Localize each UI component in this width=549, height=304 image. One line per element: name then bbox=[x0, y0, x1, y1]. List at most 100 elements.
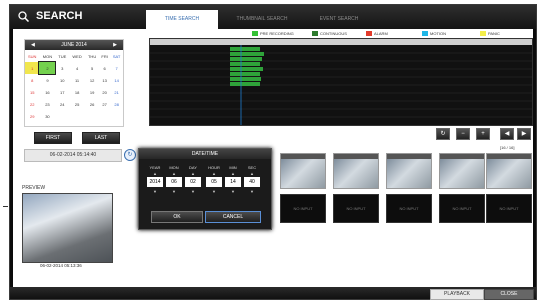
calendar-day[interactable]: 6 bbox=[99, 62, 110, 74]
legend-label: PRE RECORDING bbox=[260, 31, 294, 36]
year-input[interactable]: 2014 bbox=[147, 177, 163, 187]
calendar-day[interactable]: 28 bbox=[110, 98, 123, 110]
thumbnail-no-input[interactable]: NO INPUT bbox=[386, 194, 432, 223]
calendar-day-selected[interactable]: 2 bbox=[38, 61, 57, 75]
calendar-day-empty bbox=[110, 110, 123, 122]
second-up-icon[interactable]: ▲ bbox=[244, 171, 260, 176]
minute-up-icon[interactable]: ▲ bbox=[225, 171, 241, 176]
thumbnail-no-input[interactable]: NO INPUT bbox=[486, 194, 532, 223]
timeline-graph[interactable] bbox=[150, 39, 532, 125]
legend-continuous: CONTINUOUS bbox=[312, 31, 347, 37]
calendar-day[interactable]: 10 bbox=[55, 74, 69, 86]
prev-button[interactable]: ◀ bbox=[500, 128, 514, 140]
calendar-day[interactable]: 22 bbox=[25, 98, 39, 110]
calendar-day[interactable]: 29 bbox=[25, 110, 39, 122]
thumbnail[interactable] bbox=[486, 153, 532, 189]
calendar-day[interactable]: 30 bbox=[39, 110, 55, 122]
datetime-field[interactable]: 06-02-2014 05:14:40 bbox=[24, 149, 122, 162]
calendar-day[interactable]: 26 bbox=[85, 98, 99, 110]
calendar-day[interactable]: 7 bbox=[110, 62, 123, 74]
thumbnail[interactable] bbox=[439, 153, 485, 189]
calendar-day[interactable]: 19 bbox=[85, 86, 99, 98]
timeline-area[interactable] bbox=[149, 38, 533, 126]
minute-down-icon[interactable]: ▼ bbox=[225, 189, 241, 194]
thumbnail-image bbox=[281, 159, 325, 188]
playback-button[interactable]: PLAYBACK bbox=[430, 289, 484, 300]
calendar-day[interactable]: 20 bbox=[99, 86, 110, 98]
thumbnail-no-input[interactable]: NO INPUT bbox=[280, 194, 326, 223]
calendar-day[interactable]: 13 bbox=[99, 74, 110, 86]
bottom-bar: PLAYBACK CLOSE bbox=[10, 287, 536, 300]
next-month-icon[interactable]: ▶ bbox=[113, 40, 117, 50]
first-button[interactable]: FIRST bbox=[34, 132, 72, 144]
annotation-dash bbox=[3, 206, 8, 207]
last-button[interactable]: LAST bbox=[82, 132, 120, 144]
day-down-icon[interactable]: ▼ bbox=[185, 189, 201, 194]
hour-input[interactable]: 05 bbox=[206, 177, 222, 187]
year-label: YEAR bbox=[149, 165, 161, 170]
thumbnail[interactable] bbox=[280, 153, 326, 189]
calendar-day[interactable]: 9 bbox=[39, 74, 55, 86]
calendar-day[interactable]: 12 bbox=[85, 74, 99, 86]
month-label: MON bbox=[169, 165, 179, 170]
preview-label: PREVIEW bbox=[22, 185, 46, 191]
refresh-icon: ↻ bbox=[440, 131, 446, 137]
next-button[interactable]: ▶ bbox=[517, 128, 531, 140]
thumbnail[interactable] bbox=[386, 153, 432, 189]
month-down-icon[interactable]: ▼ bbox=[166, 189, 182, 194]
calendar-day[interactable]: 15 bbox=[25, 86, 39, 98]
calendar-day[interactable]: 1 bbox=[25, 62, 40, 74]
weekday-sat: SAT bbox=[112, 53, 121, 59]
calendar-day[interactable]: 5 bbox=[85, 62, 99, 74]
weekday-fri: FRI bbox=[101, 53, 108, 59]
calendar-day[interactable]: 4 bbox=[69, 62, 85, 74]
day-input[interactable]: 02 bbox=[185, 177, 201, 187]
month-up-icon[interactable]: ▲ bbox=[166, 171, 182, 176]
tab-time-search[interactable]: TIME SEARCH bbox=[146, 10, 218, 29]
zoom-in-button[interactable]: + bbox=[476, 128, 490, 140]
hour-down-icon[interactable]: ▼ bbox=[206, 189, 222, 194]
year-down-icon[interactable]: ▼ bbox=[147, 189, 163, 194]
calendar-day-empty bbox=[85, 110, 99, 122]
second-down-icon[interactable]: ▼ bbox=[244, 189, 260, 194]
calendar-day[interactable]: 25 bbox=[69, 98, 85, 110]
day-up-icon[interactable]: ▲ bbox=[185, 171, 201, 176]
month-input[interactable]: 06 bbox=[166, 177, 182, 187]
calendar-day[interactable]: 18 bbox=[69, 86, 85, 98]
calendar-day[interactable]: 27 bbox=[99, 98, 110, 110]
calendar-day[interactable]: 16 bbox=[39, 86, 55, 98]
calendar-day[interactable]: 8 bbox=[25, 74, 39, 86]
calendar-day[interactable]: 23 bbox=[39, 98, 55, 110]
calendar-day[interactable]: 14 bbox=[110, 74, 123, 86]
thumbnail[interactable] bbox=[333, 153, 379, 189]
legend-label: ALARM bbox=[374, 31, 388, 36]
weekday-thu: THU bbox=[87, 53, 97, 59]
weekday-sun: SUN bbox=[28, 53, 37, 59]
datetime-edit-icon[interactable]: ↻ bbox=[124, 149, 136, 161]
hour-up-icon[interactable]: ▲ bbox=[206, 171, 222, 176]
legend-label: PANIC bbox=[488, 31, 500, 36]
ok-button[interactable]: OK bbox=[151, 211, 203, 223]
thumbnail-no-input[interactable]: NO INPUT bbox=[439, 194, 485, 223]
calendar-day[interactable]: 24 bbox=[55, 98, 69, 110]
dialog-title: DATE/TIME bbox=[139, 149, 271, 159]
prev-icon: ◀ bbox=[504, 131, 510, 137]
cancel-button[interactable]: CANCEL bbox=[205, 211, 261, 223]
calendar-day[interactable]: 3 bbox=[55, 62, 69, 74]
prev-month-icon[interactable]: ◀ bbox=[31, 40, 35, 50]
close-button[interactable]: CLOSE bbox=[484, 289, 534, 300]
calendar-day[interactable]: 17 bbox=[55, 86, 69, 98]
refresh-button[interactable]: ↻ bbox=[436, 128, 450, 140]
calendar-day[interactable]: 11 bbox=[69, 74, 85, 86]
tab-thumbnail-search[interactable]: THUMBNAIL SEARCH bbox=[222, 10, 302, 29]
year-up-icon[interactable]: ▲ bbox=[147, 171, 163, 176]
zoom-out-button[interactable]: − bbox=[456, 128, 470, 140]
tab-event-search[interactable]: EVENT SEARCH bbox=[304, 10, 374, 29]
second-input[interactable]: 40 bbox=[244, 177, 260, 187]
calendar-day-empty bbox=[69, 110, 85, 122]
legend-swatch bbox=[252, 31, 258, 37]
calendar-day[interactable]: 21 bbox=[110, 86, 123, 98]
next-icon: ▶ bbox=[521, 131, 527, 137]
minute-input[interactable]: 14 bbox=[225, 177, 241, 187]
thumbnail-no-input[interactable]: NO INPUT bbox=[333, 194, 379, 223]
